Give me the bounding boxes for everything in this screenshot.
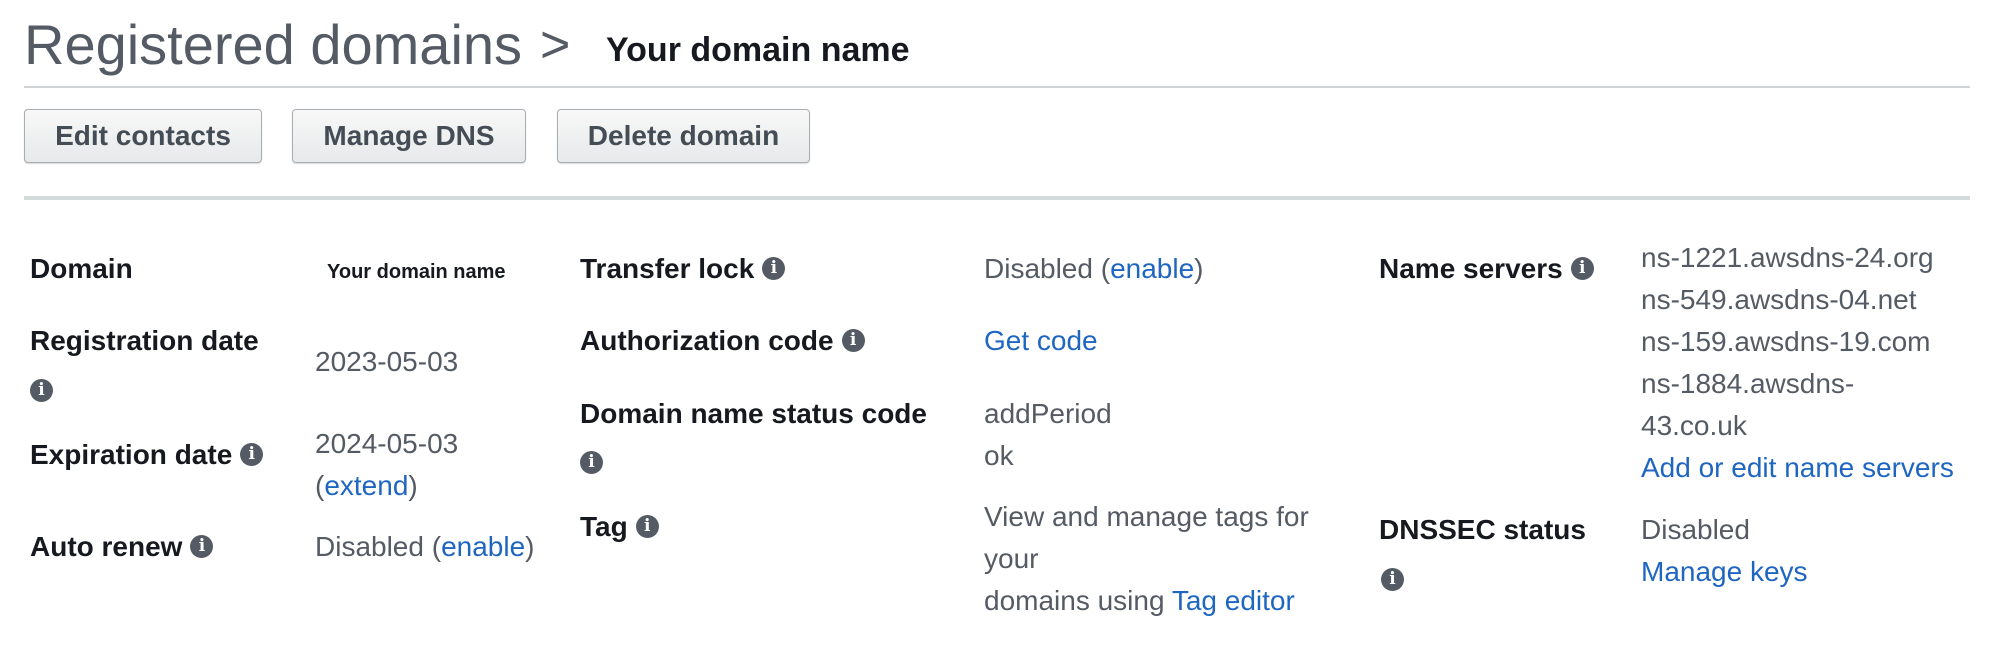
breadcrumb-registered-domains[interactable]: Registered domains <box>24 12 522 78</box>
name-server-item: ns-1221.awsdns-24.org <box>1641 242 1934 273</box>
toolbar-divider <box>24 196 1970 200</box>
tag-text-line-1: View and manage tags for <box>984 501 1309 532</box>
info-icon[interactable]: i <box>762 257 786 281</box>
expiration-date-value: 2024-05-03 <box>315 428 459 459</box>
domain-status-value-2: ok <box>984 440 1014 471</box>
registration-date-info[interactable]: i <box>30 379 53 406</box>
dnssec-status-value: Disabled <box>1641 514 1750 545</box>
domain-status-info[interactable]: i <box>580 451 603 478</box>
auto-renew-value: Disabled (enable) <box>315 526 534 568</box>
transfer-lock-label: Transfer lock i <box>580 248 786 290</box>
info-icon[interactable]: i <box>190 535 214 559</box>
breadcrumb-separator: > <box>540 16 571 74</box>
expiration-date-label-text: Expiration date <box>30 439 233 470</box>
domain-status-label: Domain name status code <box>580 398 927 429</box>
name-servers-label: Name servers i <box>1379 248 1594 290</box>
registration-date-label: Registration date <box>30 325 259 356</box>
dnssec-status-info[interactable]: i <box>1381 568 1404 595</box>
info-icon[interactable]: i <box>30 379 53 403</box>
tag-label-text: Tag <box>580 511 628 542</box>
domain-status-value-1: addPeriod <box>984 398 1112 429</box>
tag-editor-link[interactable]: Tag editor <box>1172 585 1295 616</box>
domain-value: Your domain name <box>327 261 506 283</box>
paren-open: ( <box>315 470 325 501</box>
transfer-lock-enable-link[interactable]: enable <box>1110 253 1194 284</box>
authorization-code-label: Authorization code i <box>580 320 865 362</box>
expiration-extend: (extend) <box>315 465 418 507</box>
edit-contacts-button[interactable]: Edit contacts <box>24 109 262 163</box>
tag-text-prefix: domains using <box>984 585 1165 616</box>
domain-label: Domain <box>30 253 133 284</box>
dnssec-status-label: DNSSEC status <box>1379 514 1586 545</box>
delete-domain-button[interactable]: Delete domain <box>557 109 810 163</box>
paren-close: ) <box>525 531 535 562</box>
expiration-date-label: Expiration date i <box>30 434 264 476</box>
add-edit-name-servers-link[interactable]: Add or edit name servers <box>1641 447 1954 489</box>
tag-text-line-3: domains using Tag editor <box>984 580 1295 622</box>
tag-text-line-2: your <box>984 543 1039 574</box>
page-title: Your domain name <box>606 31 910 69</box>
auto-renew-label: Auto renew i <box>30 526 214 568</box>
info-icon[interactable]: i <box>841 329 865 353</box>
info-icon[interactable]: i <box>240 443 264 467</box>
auto-renew-enable-link[interactable]: enable <box>441 531 525 562</box>
transfer-lock-status: Disabled ( <box>984 253 1111 284</box>
info-icon[interactable]: i <box>580 451 603 475</box>
auto-renew-status: Disabled ( <box>315 531 442 562</box>
name-server-item: ns-549.awsdns-04.net <box>1641 284 1917 315</box>
tag-label: Tag i <box>580 506 659 548</box>
get-code-link[interactable]: Get code <box>984 320 1098 362</box>
authorization-code-label-text: Authorization code <box>580 325 834 356</box>
paren-close: ) <box>408 470 418 501</box>
name-server-item: 43.co.uk <box>1641 410 1747 441</box>
manage-dns-button[interactable]: Manage DNS <box>292 109 526 163</box>
info-icon[interactable]: i <box>1381 568 1404 592</box>
manage-keys-link[interactable]: Manage keys <box>1641 551 1808 593</box>
extend-link[interactable]: extend <box>324 470 408 501</box>
paren-close: ) <box>1194 253 1204 284</box>
name-servers-label-text: Name servers <box>1379 253 1563 284</box>
name-server-item: ns-1884.awsdns- <box>1641 368 1855 399</box>
transfer-lock-label-text: Transfer lock <box>580 253 755 284</box>
info-icon[interactable]: i <box>635 515 659 539</box>
transfer-lock-value: Disabled (enable) <box>984 248 1203 290</box>
name-server-item: ns-159.awsdns-19.com <box>1641 326 1931 357</box>
registration-date-value: 2023-05-03 <box>315 346 459 377</box>
header-divider <box>24 86 1970 88</box>
info-icon[interactable]: i <box>1570 257 1594 281</box>
auto-renew-label-text: Auto renew <box>30 531 183 562</box>
